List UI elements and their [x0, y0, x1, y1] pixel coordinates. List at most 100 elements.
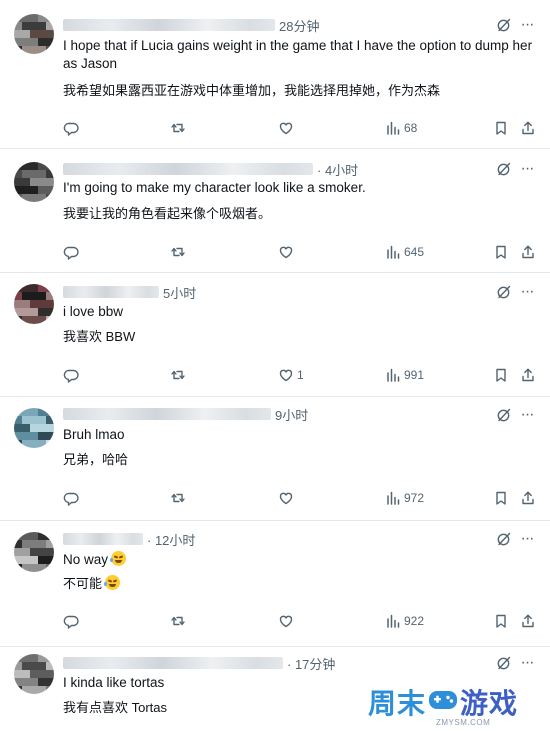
views-button[interactable]: 645 — [385, 242, 424, 262]
reply-button[interactable] — [63, 118, 79, 138]
bookmark-button[interactable] — [493, 118, 509, 138]
tweet-text-content: No way — [63, 552, 109, 567]
share-icon — [522, 491, 534, 505]
share-button[interactable] — [520, 118, 536, 138]
action-bar: 645 — [0, 242, 550, 262]
share-button[interactable] — [520, 242, 536, 262]
avatar[interactable] — [14, 14, 54, 54]
timestamp[interactable]: 5小时 — [163, 283, 196, 302]
avatar[interactable] — [14, 532, 54, 572]
bookmark-button[interactable] — [493, 611, 509, 631]
reply-icon — [63, 492, 79, 506]
author-name-blurred[interactable] — [63, 657, 283, 669]
views-button[interactable]: 991 — [385, 365, 424, 385]
bookmark-button[interactable] — [493, 242, 509, 262]
grok-icon[interactable] — [496, 161, 512, 177]
views-button[interactable]: 922 — [385, 611, 424, 631]
retweet-button[interactable] — [170, 118, 186, 138]
tweet-5[interactable]: · 12小时 ··· No way 不可能 922 — [0, 520, 550, 647]
views-button[interactable]: 68 — [385, 118, 417, 138]
author-name-blurred[interactable] — [63, 533, 143, 545]
grok-icon[interactable] — [496, 531, 512, 547]
retweet-icon — [171, 493, 185, 503]
share-button[interactable] — [520, 365, 536, 385]
avatar[interactable] — [14, 654, 54, 694]
like-button[interactable]: 1 — [278, 365, 304, 385]
more-icon[interactable]: ··· — [518, 161, 536, 177]
reply-button[interactable] — [63, 242, 79, 262]
reply-icon — [63, 122, 79, 136]
author-name-blurred[interactable] — [63, 286, 159, 298]
like-button[interactable] — [278, 118, 297, 138]
author-name-blurred[interactable] — [63, 163, 313, 175]
tweet-translation: 我要让我的角色看起来像个吸烟者。 — [63, 206, 272, 221]
rofl-emoji-icon — [110, 551, 127, 566]
reply-icon — [63, 615, 79, 629]
views-button[interactable]: 972 — [385, 488, 424, 508]
avatar[interactable] — [14, 162, 54, 202]
more-icon[interactable]: ··· — [518, 407, 536, 423]
more-icon[interactable]: ··· — [518, 284, 536, 300]
share-button[interactable] — [520, 611, 536, 631]
retweet-button[interactable] — [170, 365, 186, 385]
views-icon — [387, 614, 400, 628]
grok-glyph — [497, 656, 511, 670]
tweet-4[interactable]: 9小时 ··· Bruh lmao 兄弟，哈哈 972 — [0, 396, 550, 521]
bookmark-icon — [496, 368, 506, 382]
tweet-text: No way — [63, 551, 533, 569]
retweet-button[interactable] — [170, 488, 186, 508]
views-icon — [387, 245, 400, 259]
more-icon[interactable]: ··· — [518, 17, 536, 33]
retweet-button[interactable] — [170, 242, 186, 262]
author-name-blurred[interactable] — [63, 19, 275, 31]
reply-button[interactable] — [63, 611, 79, 631]
tweet-header: 9小时 — [63, 405, 308, 423]
share-icon — [522, 121, 534, 135]
action-bar: 972 — [0, 488, 550, 508]
author-name-blurred[interactable] — [63, 408, 271, 420]
timestamp[interactable]: · 4小时 — [317, 160, 358, 179]
retweet-button[interactable] — [170, 611, 186, 631]
retweet-icon — [171, 123, 185, 133]
like-button[interactable] — [278, 242, 297, 262]
tweet-text: I'm going to make my character look like… — [63, 180, 366, 195]
bookmark-icon — [496, 491, 506, 505]
share-button[interactable] — [520, 488, 536, 508]
timestamp[interactable]: 9小时 — [275, 405, 308, 424]
reply-button[interactable] — [63, 365, 79, 385]
site-watermark: 周末 游戏 ZMYSM.COM — [368, 682, 548, 732]
grok-glyph — [497, 285, 511, 299]
grok-icon[interactable] — [496, 407, 512, 423]
avatar[interactable] — [14, 284, 54, 324]
avatar[interactable] — [14, 408, 54, 448]
like-button[interactable] — [278, 488, 297, 508]
share-icon — [522, 245, 534, 259]
grok-icon[interactable] — [496, 655, 512, 671]
timestamp[interactable]: 28分钟 — [279, 16, 319, 35]
timestamp[interactable]: · 17分钟 — [287, 654, 335, 673]
bookmark-button[interactable] — [493, 488, 509, 508]
views-count: 68 — [404, 121, 418, 135]
heart-icon — [279, 615, 293, 628]
grok-glyph — [497, 408, 511, 422]
grok-icon[interactable] — [496, 17, 512, 33]
heart-icon — [279, 246, 293, 259]
reply-button[interactable] — [63, 488, 79, 508]
tweet-3[interactable]: 5小时 ··· i love bbw 我喜欢 BBW 1 991 — [0, 272, 550, 397]
tweet-1[interactable]: 28分钟 ··· I hope that if Lucia gains weig… — [0, 0, 550, 149]
like-button[interactable] — [278, 611, 297, 631]
action-bar: 68 — [0, 118, 550, 138]
tweet-translation: 我希望如果露西亚在游戏中体重增加，我能选择甩掉她，作为杰森 — [63, 83, 441, 98]
timestamp[interactable]: · 12小时 — [147, 530, 195, 549]
views-icon — [387, 491, 400, 505]
more-icon[interactable]: ··· — [518, 531, 536, 547]
views-icon — [387, 368, 400, 382]
tweet-2[interactable]: · 4小时 ··· I'm going to make my character… — [0, 148, 550, 273]
more-icon[interactable]: ··· — [518, 655, 536, 671]
tweet-header: 5小时 — [63, 283, 196, 301]
bookmark-button[interactable] — [493, 365, 509, 385]
gamepad-icon — [428, 688, 458, 712]
grok-icon[interactable] — [496, 284, 512, 300]
heart-icon — [279, 369, 293, 382]
share-icon — [522, 368, 534, 382]
